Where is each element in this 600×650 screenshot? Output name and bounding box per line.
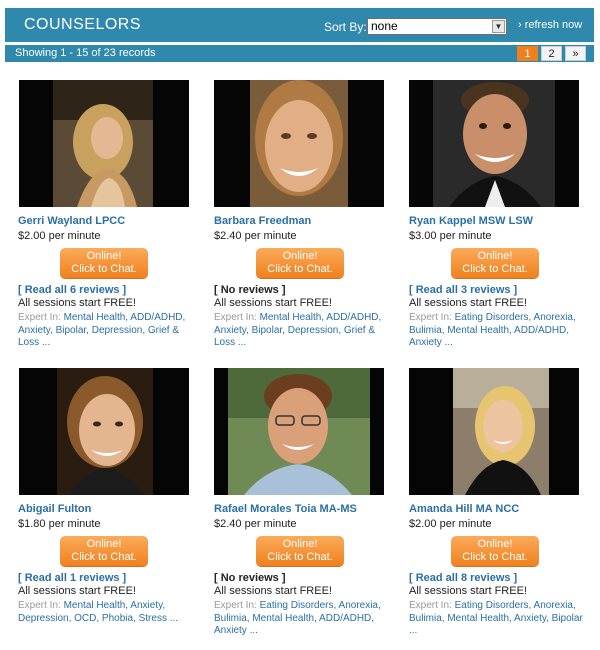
sort-by-select[interactable]: none ▼ xyxy=(367,18,507,35)
free-sessions-note: All sessions start FREE! xyxy=(214,297,332,309)
counselor-name-link[interactable]: Ryan Kappel MSW LSW xyxy=(409,215,533,227)
refresh-now-link[interactable]: › refresh now xyxy=(518,19,582,31)
online-status: Online! xyxy=(477,538,513,550)
next-page-button[interactable]: » xyxy=(565,46,586,61)
counselor-name-link[interactable]: Barbara Freedman xyxy=(214,215,311,227)
counselor-name-link[interactable]: Amanda Hill MA NCC xyxy=(409,503,519,515)
free-sessions-note: All sessions start FREE! xyxy=(409,585,527,597)
counselor-photo[interactable] xyxy=(409,368,579,495)
counselor-name-link[interactable]: Rafael Morales Toia MA-MS xyxy=(214,503,357,515)
chevron-down-icon[interactable]: ▼ xyxy=(492,20,505,33)
chat-button[interactable]: Online! Click to Chat. xyxy=(256,536,344,566)
online-status: Online! xyxy=(86,250,122,262)
reviews-link[interactable]: [ Read all 1 reviews ] xyxy=(18,572,126,584)
chat-button[interactable]: Online! Click to Chat. xyxy=(451,248,539,278)
chat-label: Click to Chat. xyxy=(71,263,137,275)
expertise-list: Expert In: Eating Disorders, Anorexia, B… xyxy=(409,600,585,638)
page-2-button[interactable]: 2 xyxy=(541,46,562,61)
counselor-price: $2.00 per minute xyxy=(409,518,492,530)
counselor-price: $2.40 per minute xyxy=(214,518,297,530)
records-count: Showing 1 - 15 of 23 records xyxy=(15,47,156,59)
reviews-status: [ No reviews ] xyxy=(214,284,286,296)
reviews-link[interactable]: [ Read all 6 reviews ] xyxy=(18,284,126,296)
expertise-list: Expert In: Mental Health, Anxiety, Depre… xyxy=(18,600,194,625)
counselor-photo[interactable] xyxy=(214,80,384,207)
expertise-list: Expert In: Mental Health, ADD/ADHD, Anxi… xyxy=(18,312,194,350)
counselor-price: $2.40 per minute xyxy=(214,230,297,242)
free-sessions-note: All sessions start FREE! xyxy=(18,585,136,597)
free-sessions-note: All sessions start FREE! xyxy=(409,297,527,309)
records-bar: Showing 1 - 15 of 23 records 1 2 » xyxy=(5,45,594,62)
chat-button[interactable]: Online! Click to Chat. xyxy=(451,536,539,566)
counselor-price: $2.00 per minute xyxy=(18,230,101,242)
counselors-header: COUNSELORS Sort By: none ▼ › refresh now xyxy=(5,8,594,42)
chat-button[interactable]: Online! Click to Chat. xyxy=(60,248,148,278)
counselor-photo[interactable] xyxy=(409,80,579,207)
counselor-price: $1.80 per minute xyxy=(18,518,101,530)
free-sessions-note: All sessions start FREE! xyxy=(18,297,136,309)
page-title: COUNSELORS xyxy=(24,16,142,33)
online-status: Online! xyxy=(86,538,122,550)
chat-button[interactable]: Online! Click to Chat. xyxy=(256,248,344,278)
reviews-status: [ No reviews ] xyxy=(214,572,286,584)
chat-button[interactable]: Online! Click to Chat. xyxy=(60,536,148,566)
counselor-photo[interactable] xyxy=(19,80,189,207)
expertise-list: Expert In: Eating Disorders, Anorexia, B… xyxy=(214,600,390,638)
page-1-button[interactable]: 1 xyxy=(517,46,538,61)
expertise-list: Expert In: Eating Disorders, Anorexia, B… xyxy=(409,312,585,350)
expert-in-label: Expert In: xyxy=(214,312,257,323)
expert-in-label: Expert In: xyxy=(18,600,61,611)
chat-label: Click to Chat. xyxy=(462,551,528,563)
pagination: 1 2 » xyxy=(517,46,586,61)
reviews-link[interactable]: [ Read all 8 reviews ] xyxy=(409,572,517,584)
expert-in-label: Expert In: xyxy=(409,312,452,323)
sort-by-label: Sort By: xyxy=(324,20,367,34)
expert-in-label: Expert In: xyxy=(409,600,452,611)
expert-in-label: Expert In: xyxy=(214,600,257,611)
chat-label: Click to Chat. xyxy=(267,263,333,275)
counselor-name-link[interactable]: Abigail Fulton xyxy=(18,503,91,515)
chat-label: Click to Chat. xyxy=(71,551,137,563)
online-status: Online! xyxy=(282,250,318,262)
chat-label: Click to Chat. xyxy=(462,263,528,275)
counselor-photo[interactable] xyxy=(214,368,384,495)
online-status: Online! xyxy=(477,250,513,262)
free-sessions-note: All sessions start FREE! xyxy=(214,585,332,597)
counselor-name-link[interactable]: Gerri Wayland LPCC xyxy=(18,215,125,227)
online-status: Online! xyxy=(282,538,318,550)
counselor-price: $3.00 per minute xyxy=(409,230,492,242)
counselor-photo[interactable] xyxy=(19,368,189,495)
sort-by-value: none xyxy=(371,19,398,33)
reviews-link[interactable]: [ Read all 3 reviews ] xyxy=(409,284,517,296)
chat-label: Click to Chat. xyxy=(267,551,333,563)
expert-in-label: Expert In: xyxy=(18,312,61,323)
expertise-list: Expert In: Mental Health, ADD/ADHD, Anxi… xyxy=(214,312,390,350)
